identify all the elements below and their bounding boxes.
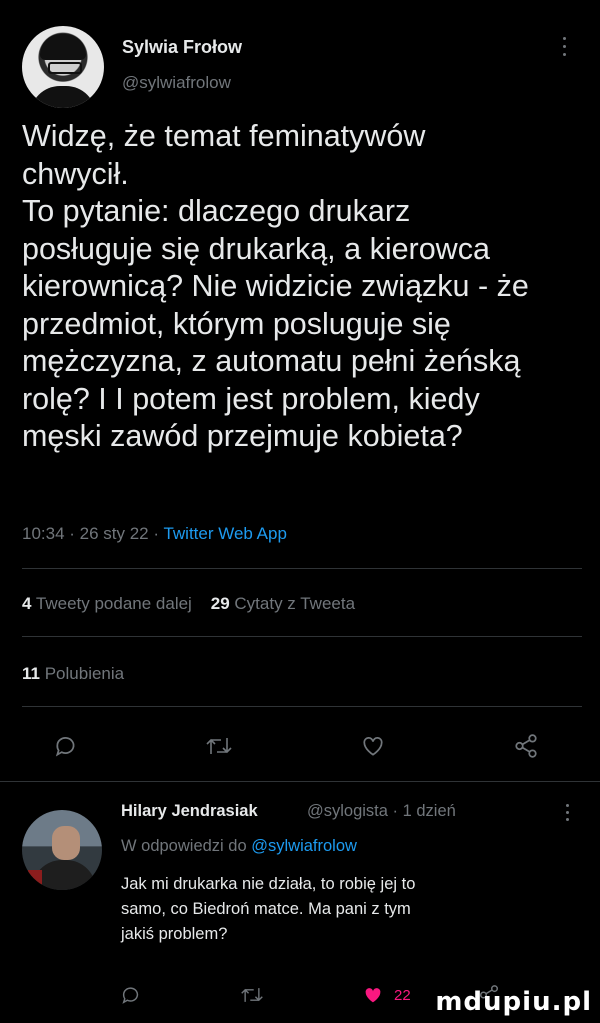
like-icon (365, 988, 381, 1003)
more-options-icon[interactable] (566, 804, 569, 825)
reply-author-avatar[interactable] (22, 810, 102, 890)
tweet-source-link[interactable]: Twitter Web App (163, 524, 286, 543)
replying-to-link[interactable]: @sylwiafrolow (251, 837, 357, 855)
tweet-actions (0, 726, 600, 766)
retweets-stat[interactable]: 4 Tweety podane dalej (22, 594, 192, 613)
reply-author-name[interactable]: Hilary Jendrasiak (121, 802, 258, 821)
reply-icon[interactable] (120, 978, 142, 1012)
divider (22, 636, 582, 637)
watermark: mdupiu.pl (435, 987, 592, 1017)
likes-stat[interactable]: 11 Polubienia (22, 664, 124, 684)
retweet-icon[interactable] (240, 978, 264, 1012)
reply-author-handle[interactable]: @sylogista · 1 dzień (307, 802, 456, 821)
retweet-quote-stats: 4 Tweety podane dalej 29 Cytaty z Tweeta (22, 594, 355, 614)
tweet-meta: 10:34 · 26 sty 22 · Twitter Web App (22, 524, 287, 544)
reply-text: Jak mi drukarka nie działa, to robię jej… (121, 875, 416, 943)
author-name[interactable]: Sylwia Frołow (122, 37, 242, 58)
like-icon[interactable] (353, 726, 393, 766)
divider (22, 706, 582, 707)
replying-to: W odpowiedzi do @sylwiafrolow (121, 837, 357, 855)
like-count: 22 (394, 986, 411, 1004)
quotes-stat[interactable]: 29 Cytaty z Tweeta (211, 594, 355, 613)
retweet-icon[interactable] (199, 726, 239, 766)
divider (22, 568, 582, 569)
tweet-text: Widzę, że temat feminatywów chwycił. To … (22, 119, 529, 453)
tweet-time[interactable]: 10:34 · 26 sty 22 · (22, 524, 163, 543)
reply-icon[interactable] (46, 726, 86, 766)
more-options-icon[interactable] (562, 37, 568, 61)
divider (0, 781, 600, 782)
like-button[interactable]: 22 (362, 978, 411, 1012)
author-avatar[interactable] (22, 26, 104, 108)
author-handle[interactable]: @sylwiafrolow (122, 73, 231, 93)
share-icon[interactable] (506, 726, 546, 766)
